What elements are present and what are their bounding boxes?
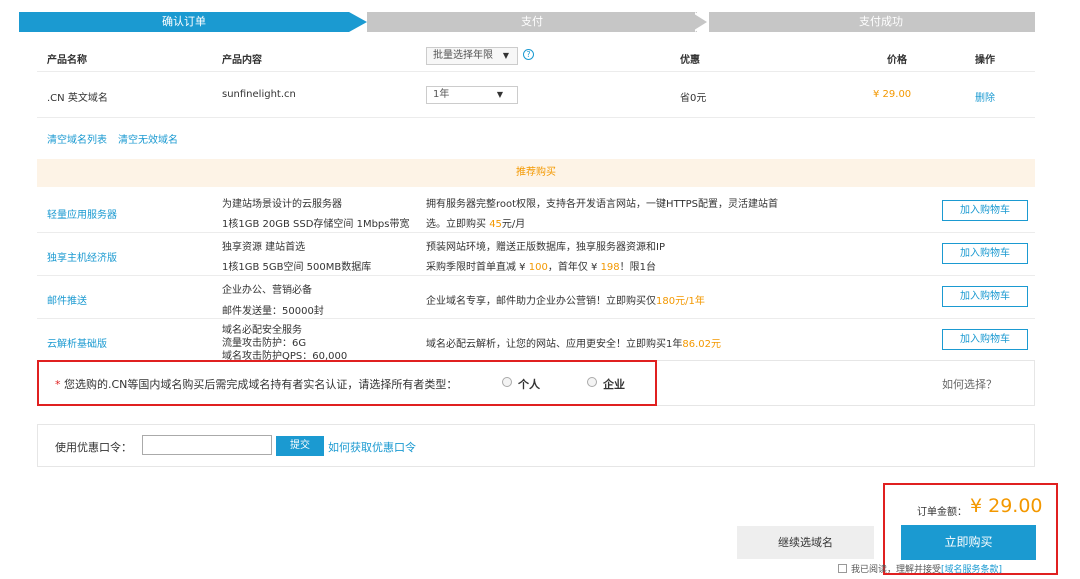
offer-price: 100	[528, 262, 548, 273]
header-product-name: 产品名称	[47, 55, 87, 66]
agree-prefix: 我已阅读，理解并接受	[851, 565, 942, 575]
clear-list-link[interactable]: 清空域名列表	[47, 131, 107, 146]
offer-price: 180元/1年	[656, 296, 705, 307]
promo-item-offer: 域名必配云解析，让您的网站、应用更安全！立即购买1年86.02元	[426, 335, 721, 350]
batch-years-select[interactable]: 批量选择年限 ▼	[426, 47, 518, 65]
add-to-cart-button[interactable]: 加入购物车	[942, 329, 1028, 350]
chevron-down-icon: ▼	[502, 51, 509, 60]
divider	[37, 275, 1035, 276]
promo-header: 推荐购买	[37, 159, 1035, 187]
offer-price: 198	[600, 262, 620, 273]
radio-company-label: 企业	[603, 378, 625, 391]
promo-item-offer: 采购季限时首单直减 ¥ 100，首年仅 ¥ 198！限1台	[426, 258, 656, 273]
step-arrow-icon	[349, 12, 367, 32]
delete-link[interactable]: 删除	[975, 89, 995, 104]
divider	[37, 318, 1035, 319]
promo-item-desc: 独享资源 建站首选	[222, 242, 306, 253]
offer-price: 86.02元	[682, 339, 722, 350]
coupon-submit-button[interactable]: 提交	[276, 436, 324, 456]
radio-person[interactable]	[502, 377, 512, 387]
buy-now-button[interactable]: 立即购买	[901, 525, 1036, 560]
header-action: 操作	[975, 55, 995, 66]
row-discount: 省0元	[680, 93, 707, 104]
row-product-name: .CN 英文域名	[47, 93, 108, 104]
verify-notice: * 您选购的.CN等国内域名购买后需完成域名持有者实名认证，请选择所有者类型：	[55, 376, 457, 392]
header-price: 价格	[887, 55, 907, 66]
order-total-value: ¥ 29.00	[970, 495, 1043, 517]
row-domain: sunfinelight.cn	[222, 89, 296, 100]
offer-text: 采购季限时首单直减 ¥	[426, 262, 529, 273]
promo-item-name[interactable]: 轻量应用服务器	[47, 206, 117, 221]
divider	[37, 71, 1035, 72]
verify-text: 您选购的.CN等国内域名购买后需完成域名持有者实名认证，请选择所有者类型：	[64, 378, 458, 391]
offer-text: 元/月	[501, 219, 526, 230]
promo-item-desc: 为建站场景设计的云服务器	[222, 199, 342, 210]
offer-text: ，首年仅 ¥	[547, 262, 601, 273]
promo-item-info: 预装网站环境，赠送正版数据库，独享服务器资源和IP	[426, 242, 665, 253]
row-years-value: 1年	[433, 89, 450, 100]
header-product-content: 产品内容	[222, 55, 262, 66]
agree-text: 我已阅读，理解并接受[域名服务条款]	[851, 562, 1002, 575]
add-to-cart-button[interactable]: 加入购物车	[942, 243, 1028, 264]
terms-link[interactable]: [域名服务条款]	[941, 565, 1002, 575]
how-to-choose-link[interactable]: 如何选择？	[942, 376, 997, 392]
step-arrow-icon	[691, 12, 707, 32]
offer-text: 企业域名专享，邮件助力企业办公营销！立即购买仅	[426, 296, 656, 307]
promo-item-spec: 1核1GB 20GB SSD存储空间 1Mbps带宽	[222, 219, 410, 230]
step-payment: 支付	[367, 12, 697, 32]
radio-company[interactable]	[587, 377, 597, 387]
promo-item-name[interactable]: 独享主机经济版	[47, 249, 117, 264]
header-discount: 优惠	[680, 55, 700, 66]
promo-item-name[interactable]: 邮件推送	[47, 292, 87, 307]
batch-years-label: 批量选择年限	[433, 50, 493, 61]
coupon-label: 使用优惠口令：	[55, 441, 132, 454]
offer-text: ！限1台	[619, 262, 657, 273]
promo-item-offer: 选。立即购买 45元/月	[426, 215, 525, 230]
order-total-label: 订单金额：	[917, 507, 967, 518]
promo-item-spec: 邮件发送量：50000封	[222, 306, 324, 317]
offer-text: 域名必配云解析，让您的网站、应用更安全！立即购买1年	[426, 339, 683, 350]
add-to-cart-button[interactable]: 加入购物车	[942, 200, 1028, 221]
promo-item-offer: 企业域名专享，邮件助力企业办公营销！立即购买仅180元/1年	[426, 292, 705, 307]
order-steps: 确认订单 支付 支付成功	[19, 12, 1035, 32]
promo-item-spec: 1核1GB 5GB空间 500MB数据库	[222, 262, 372, 273]
promo-item-desc: 企业办公、营销必备	[222, 285, 312, 296]
row-price: ¥ 29.00	[873, 89, 912, 100]
coupon-input[interactable]	[142, 435, 272, 455]
offer-price: 45	[489, 219, 502, 230]
coupon-help-link[interactable]: 如何获取优惠口令	[328, 439, 416, 455]
radio-person-label: 个人	[518, 378, 540, 391]
clear-invalid-link[interactable]: 清空无效域名	[118, 131, 178, 146]
continue-selecting-button[interactable]: 继续选域名	[737, 526, 874, 559]
offer-text: 选。立即购买	[426, 219, 490, 230]
required-asterisk: *	[55, 378, 61, 391]
step-confirm-order: 确认订单	[19, 12, 349, 32]
step-payment-success: 支付成功	[709, 12, 1035, 32]
promo-item-name[interactable]: 云解析基础版	[47, 335, 107, 350]
divider	[37, 232, 1035, 233]
agree-checkbox[interactable]	[838, 564, 847, 573]
divider	[37, 117, 1035, 118]
add-to-cart-button[interactable]: 加入购物车	[942, 286, 1028, 307]
chevron-down-icon: ▼	[496, 90, 503, 99]
help-icon[interactable]: ?	[523, 49, 534, 60]
promo-item-info: 拥有服务器完整root权限，支持各开发语言网站，一键HTTPS配置，灵活建站首	[426, 199, 778, 210]
row-years-select[interactable]: 1年 ▼	[426, 86, 518, 104]
